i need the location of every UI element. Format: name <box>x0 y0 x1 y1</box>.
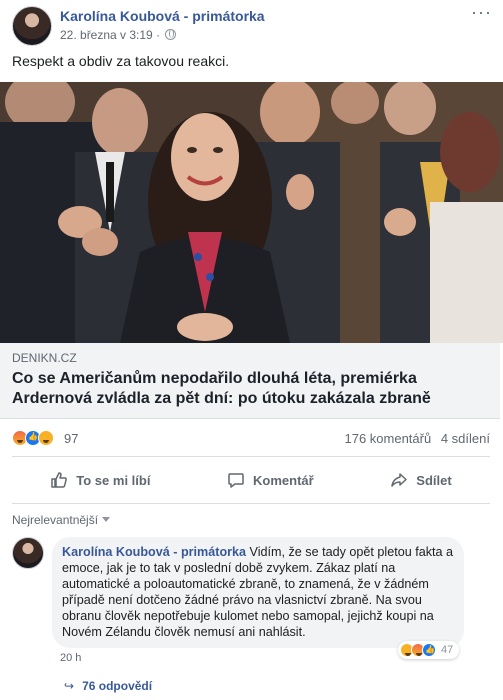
link-title[interactable]: Co se Američanům nepodařilo dlouhá léta,… <box>12 369 482 409</box>
link-domain: DENIKN.CZ <box>12 351 77 365</box>
divider <box>12 456 490 457</box>
photo-illustration <box>0 82 503 343</box>
replies-label: 76 odpovědí <box>82 679 153 693</box>
haha-icon <box>38 430 54 446</box>
reaction-icons[interactable] <box>12 430 54 446</box>
globe-icon <box>165 29 177 40</box>
shares-count[interactable]: 4 sdílení <box>441 431 490 446</box>
comment-sort-dropdown[interactable]: Nejrelevantnější <box>12 513 111 527</box>
post-timestamp[interactable]: 22. března v 3:19 · <box>60 28 177 42</box>
post-header: Karolína Koubová - primátorka 22. března… <box>12 2 492 48</box>
thumbs-up-icon <box>51 472 68 488</box>
chevron-down-icon <box>102 517 111 522</box>
like-button[interactable]: To se mi líbí <box>50 471 150 489</box>
like-button-label: To se mi líbí <box>76 472 151 488</box>
facebook-post: Karolína Koubová - primátorka 22. března… <box>0 0 503 700</box>
post-photo[interactable] <box>0 82 503 343</box>
post-actions: To se mi líbí Komentář Sdílet <box>12 463 490 497</box>
comment-button[interactable]: Komentář <box>227 471 314 489</box>
reaction-count[interactable]: 97 <box>64 431 78 446</box>
comment-text: Vidím, že se tady opět pletou fakta a em… <box>62 545 454 639</box>
post-status-text: Respekt a obdiv za takovou reakci. <box>12 53 230 69</box>
commenter-name[interactable]: Karolína Koubová - primátorka <box>62 545 246 559</box>
share-icon <box>391 473 408 487</box>
reply-arrow-icon: ↪ <box>64 679 75 693</box>
author-name[interactable]: Karolína Koubová - primátorka <box>60 8 265 24</box>
comment-reaction-count: 47 <box>441 644 454 656</box>
view-replies-link[interactable]: ↪ 76 odpovědí <box>64 679 152 693</box>
comments-count[interactable]: 176 komentářů <box>344 431 431 446</box>
like-icon <box>422 643 436 657</box>
commenter-avatar[interactable] <box>12 537 44 569</box>
divider <box>12 503 490 504</box>
comment-bubble: Karolína Koubová - primátorka Vidím, že … <box>52 537 464 648</box>
comment-timestamp[interactable]: 20 h <box>60 652 81 664</box>
share-button[interactable]: Sdílet <box>390 471 452 489</box>
share-button-label: Sdílet <box>416 472 452 488</box>
comment-button-label: Komentář <box>253 472 314 488</box>
comment-reactions[interactable]: 47 <box>398 641 460 659</box>
reactions-summary: 97 176 komentářů 4 sdílení <box>12 430 490 448</box>
link-preview[interactable]: DENIKN.CZ Co se Američanům nepodařilo dl… <box>0 343 500 419</box>
author-avatar[interactable] <box>12 6 52 46</box>
timestamp-text[interactable]: 22. března v 3:19 · <box>60 28 160 42</box>
sort-label: Nejrelevantnější <box>12 513 99 527</box>
comment-share-counts: 176 komentářů 4 sdílení <box>344 431 490 446</box>
comment-icon <box>228 473 244 488</box>
more-options-icon[interactable]: ··· <box>471 2 492 23</box>
